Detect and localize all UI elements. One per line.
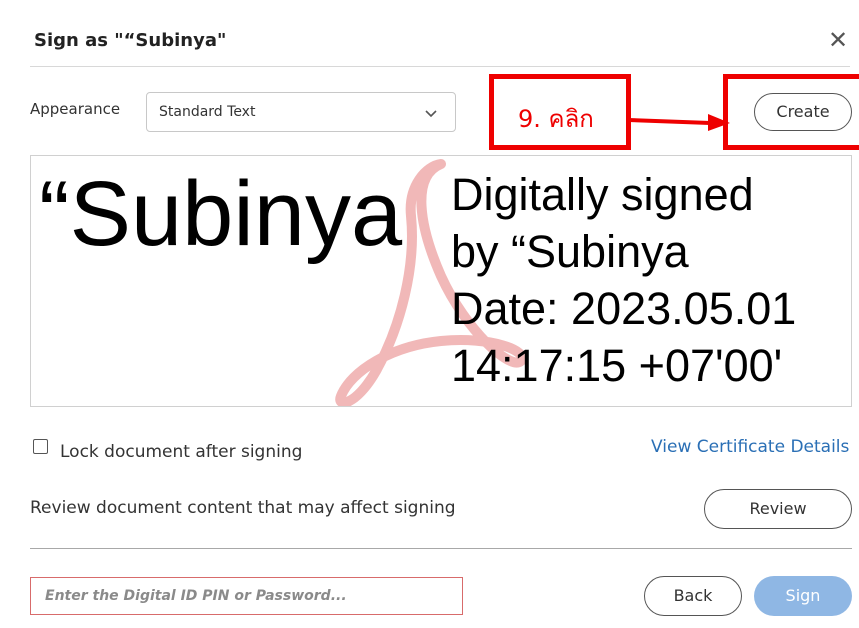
signature-detail-line: by “Subinya <box>451 226 689 277</box>
create-button[interactable]: Create <box>754 93 852 131</box>
close-icon[interactable]: ✕ <box>828 26 848 54</box>
sign-button[interactable]: Sign <box>754 576 852 616</box>
signature-detail-line: 14:17:15 +07'00' <box>451 340 783 391</box>
pin-password-input[interactable] <box>30 577 463 615</box>
signature-detail-line: Date: 2023.05.01 <box>451 283 797 334</box>
header-divider <box>30 66 850 67</box>
annotation-callout: 9. คลิก <box>489 74 631 150</box>
signature-name: “Subinya <box>39 163 403 265</box>
annotation-arrow-icon <box>628 114 730 131</box>
appearance-label: Appearance <box>30 100 121 118</box>
annotation-callout-text: 9. คลิก <box>518 105 594 133</box>
review-button[interactable]: Review <box>704 489 852 529</box>
signature-details: Digitally signed by “Subinya Date: 2023.… <box>451 166 851 394</box>
back-button[interactable]: Back <box>644 576 742 616</box>
chevron-down-icon <box>425 110 437 118</box>
lock-document-label[interactable]: Lock document after signing <box>60 442 302 462</box>
signature-preview: “Subinya Digitally signed by “Subinya Da… <box>30 155 852 407</box>
appearance-select-value: Standard Text <box>159 104 256 120</box>
signature-detail-line: Digitally signed <box>451 169 754 220</box>
review-description: Review document content that may affect … <box>30 498 456 518</box>
footer-divider <box>30 548 852 549</box>
lock-document-checkbox[interactable] <box>33 439 48 454</box>
view-certificate-link[interactable]: View Certificate Details <box>651 437 849 457</box>
dialog-title: Sign as "“Subinya" <box>34 30 227 51</box>
appearance-select[interactable]: Standard Text <box>146 92 456 132</box>
sign-dialog: Sign as "“Subinya" ✕ Appearance Standard… <box>0 0 859 628</box>
